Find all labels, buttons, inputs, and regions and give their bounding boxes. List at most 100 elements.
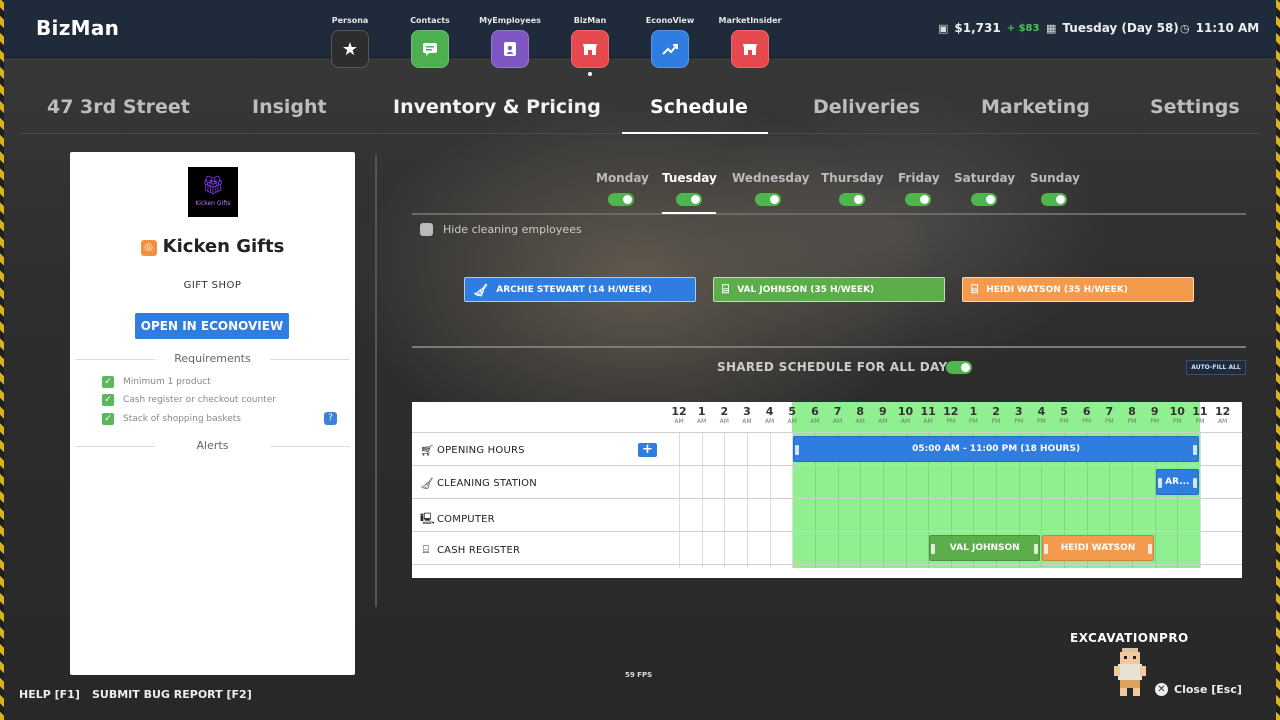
- hour-period: AM: [900, 418, 911, 425]
- app-persona[interactable]: Persona ★: [317, 16, 383, 68]
- resize-handle-right[interactable]: [1192, 445, 1197, 455]
- day-toggle-sunday[interactable]: [1041, 193, 1067, 206]
- shared-schedule-label: SHARED SCHEDULE FOR ALL DAYS: [717, 360, 957, 374]
- hour-label: 4 PM: [1030, 405, 1052, 426]
- broom-icon: 🧹︎: [473, 282, 489, 297]
- help-link[interactable]: HELP [F1]: [19, 688, 80, 701]
- employee-label: ARCHIE STEWART (14 H/WEEK): [496, 284, 652, 295]
- requirement-item: ✓ Minimum 1 product: [102, 376, 211, 388]
- employee-chip-heidi[interactable]: ⌸ HEIDI WATSON (35 H/WEEK): [962, 277, 1194, 302]
- tab-marketing[interactable]: Marketing: [981, 96, 1090, 118]
- tab-insight[interactable]: Insight: [252, 96, 327, 118]
- hour-label: 2 AM: [713, 405, 735, 426]
- day-wednesday[interactable]: Wednesday: [732, 171, 810, 185]
- resize-handle-left[interactable]: [1157, 478, 1162, 488]
- checkmark-icon: ✓: [102, 413, 114, 425]
- resize-handle-right[interactable]: [1147, 544, 1152, 554]
- hour-period: AM: [923, 418, 933, 425]
- business-type-icon: ◎: [140, 240, 157, 256]
- hour-number: 10: [897, 405, 914, 418]
- day-tuesday[interactable]: Tuesday: [662, 171, 717, 185]
- hour-label: 12 AM: [668, 405, 690, 426]
- hour-period: PM: [991, 418, 1001, 425]
- hour-number: 8: [856, 405, 865, 418]
- fps-counter: 59 FPS: [625, 671, 653, 679]
- hour-period: AM: [787, 418, 797, 425]
- hour-number: 11: [1192, 405, 1208, 418]
- row-computer: 🖳︎ COMPUTER: [420, 510, 495, 529]
- day-toggle-wednesday[interactable]: [755, 193, 781, 206]
- hour-label: 3 AM: [736, 405, 758, 426]
- help-icon[interactable]: ?: [324, 412, 337, 425]
- checkmark-icon: ✓: [102, 376, 114, 388]
- gift-icon: 🎁︎: [201, 175, 225, 196]
- hour-number: 12: [1214, 405, 1231, 418]
- resize-handle-right[interactable]: [1034, 544, 1039, 554]
- tab-schedule[interactable]: Schedule: [650, 96, 748, 118]
- day-friday[interactable]: Friday: [898, 171, 940, 185]
- hour-gridline: [679, 432, 680, 568]
- shift-block[interactable]: VAL JOHNSON: [929, 535, 1041, 561]
- employee-chip-val[interactable]: ⌸ VAL JOHNSON (35 H/WEEK): [713, 277, 945, 302]
- day-toggle-friday[interactable]: [905, 193, 931, 206]
- hour-period: AM: [832, 418, 843, 425]
- market-icon: [731, 30, 769, 68]
- resize-handle-left[interactable]: [931, 544, 936, 554]
- shift-block[interactable]: AR...: [1155, 469, 1199, 495]
- day-toggle-monday[interactable]: [608, 193, 634, 206]
- row-label: OPENING HOURS: [437, 445, 525, 456]
- close-button[interactable]: ✕ Close [Esc]: [1155, 683, 1242, 696]
- opening-hours-block[interactable]: 05:00 AM - 11:00 PM (18 HOURS): [793, 436, 1199, 462]
- tab-inventory-pricing[interactable]: Inventory & Pricing: [393, 96, 601, 118]
- app-label: MyEmployees: [479, 16, 541, 25]
- tab-settings[interactable]: Settings: [1150, 96, 1240, 118]
- section-divider: [412, 346, 1246, 348]
- day-monday[interactable]: Monday: [596, 171, 649, 185]
- tab-deliveries[interactable]: Deliveries: [813, 96, 920, 118]
- open-econoview-button[interactable]: OPEN IN ECONOVIEW: [135, 313, 289, 339]
- app-contacts[interactable]: Contacts: [397, 16, 463, 68]
- checkbox[interactable]: [420, 223, 433, 236]
- row-gridline: [412, 465, 1242, 466]
- hour-label: 7 AM: [827, 405, 849, 426]
- app-bizman[interactable]: BizMan: [557, 16, 623, 76]
- add-opening-hours-button[interactable]: +: [638, 443, 657, 457]
- register-icon: ⌸: [422, 543, 430, 556]
- app-label: Persona: [331, 16, 369, 25]
- hour-gridline: [1199, 432, 1201, 568]
- app-econoview[interactable]: EconoView: [637, 16, 703, 68]
- calendar-icon: ▦: [1046, 21, 1057, 35]
- hour-label: 10 AM: [895, 405, 917, 426]
- bug-report-link[interactable]: SUBMIT BUG REPORT [F2]: [92, 688, 252, 701]
- day-thursday[interactable]: Thursday: [821, 171, 883, 185]
- hour-number: 9: [879, 405, 887, 418]
- day-sunday[interactable]: Sunday: [1030, 171, 1080, 185]
- resize-handle-right[interactable]: [1192, 478, 1197, 488]
- employee-chip-archie[interactable]: 🧹︎ ARCHIE STEWART (14 H/WEEK): [464, 277, 696, 302]
- resize-handle-left[interactable]: [795, 445, 800, 455]
- day-toggle-tuesday[interactable]: [676, 193, 702, 206]
- app-myemployees[interactable]: MyEmployees: [477, 16, 543, 68]
- auto-fill-all-button[interactable]: AUTO-FILL ALL: [1186, 360, 1246, 375]
- shared-schedule-toggle[interactable]: [946, 361, 972, 374]
- resize-handle-left[interactable]: [1044, 544, 1049, 554]
- hour-number: 9: [1150, 405, 1159, 418]
- hide-cleaning-toggle[interactable]: Hide cleaning employees: [420, 223, 582, 236]
- day-toggle-saturday[interactable]: [971, 193, 997, 206]
- broom-icon: 🧹︎: [420, 477, 435, 490]
- app-marketinsider[interactable]: MarketInsider: [717, 16, 783, 68]
- brand-title: BizMan: [36, 16, 120, 40]
- hour-period: AM: [719, 418, 729, 425]
- day-status: ▦ Tuesday (Day 58): [1046, 21, 1179, 35]
- hour-period: AM: [878, 418, 888, 425]
- tab-address[interactable]: 47 3rd Street: [47, 96, 190, 118]
- close-label: Close [Esc]: [1174, 683, 1242, 696]
- day-saturday[interactable]: Saturday: [954, 171, 1015, 185]
- day-toggle-thursday[interactable]: [839, 193, 865, 206]
- shift-block[interactable]: HEIDI WATSON: [1042, 535, 1154, 561]
- business-card: 🎁︎ Kicken Gifts ◎ Kicken Gifts GIFT SHOP …: [70, 152, 355, 675]
- employee-label: VAL JOHNSON (35 H/WEEK): [737, 284, 875, 295]
- avatar: [1114, 648, 1146, 696]
- money-status: ▣ $1,731 + $83: [938, 21, 1039, 35]
- requirement-item: ✓ Cash register or checkout counter: [102, 394, 276, 406]
